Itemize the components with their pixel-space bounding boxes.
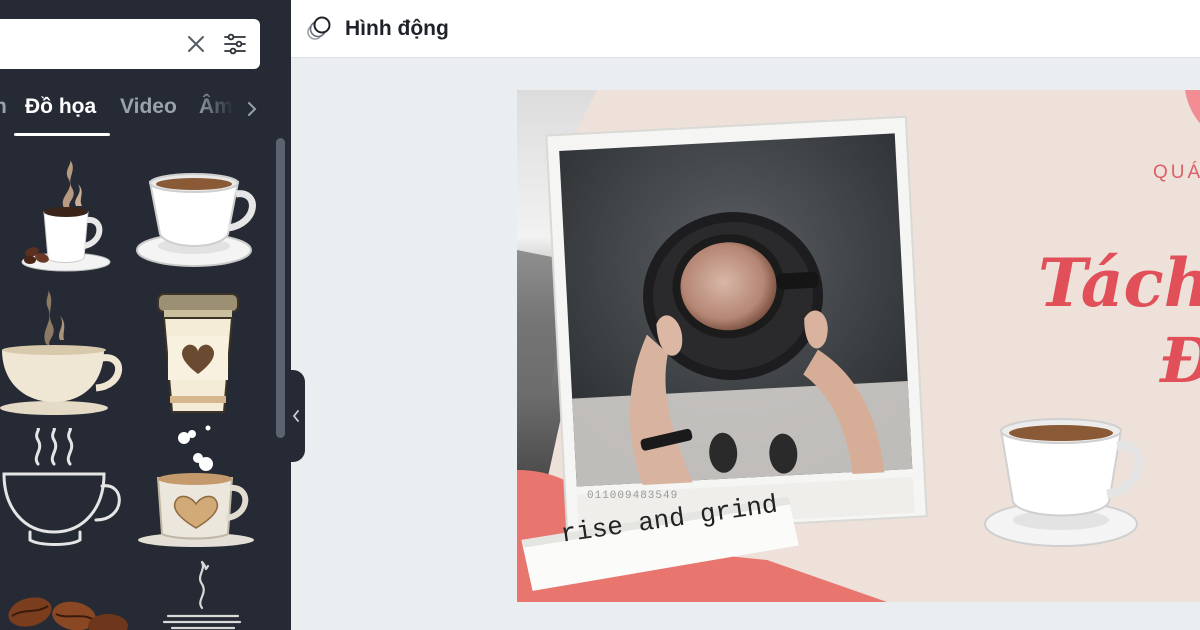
- coffee-cup-icon[interactable]: [0, 290, 126, 418]
- animate-label: Hình động: [345, 17, 449, 40]
- search-box[interactable]: [0, 19, 260, 69]
- tab-fade: [196, 92, 240, 132]
- content-tabs: n Đồ họa Video Âm: [0, 92, 291, 138]
- close-icon[interactable]: [185, 33, 207, 55]
- active-tab-indicator: [14, 133, 110, 136]
- tab-partial[interactable]: n: [0, 95, 7, 119]
- tab-graphics[interactable]: Đồ họa: [25, 95, 96, 119]
- chevron-right-icon[interactable]: [244, 96, 260, 122]
- coffee-cup-icon[interactable]: [0, 428, 128, 550]
- coffee-bean-icon[interactable]: [0, 590, 130, 630]
- animation-icon: [307, 16, 331, 40]
- scrollbar-thumb[interactable]: [276, 138, 285, 438]
- collapse-panel-button[interactable]: [287, 370, 305, 462]
- coffee-cup-icon[interactable]: [160, 560, 250, 630]
- design-page[interactable]: 011009483549 rise and grind QUÁ Tách c Đ: [517, 90, 1200, 602]
- filter-settings-icon[interactable]: [223, 32, 247, 56]
- side-panel: n Đồ họa Video Âm: [0, 0, 291, 630]
- search-input[interactable]: [6, 31, 156, 57]
- coffee-cup-icon[interactable]: [136, 424, 258, 550]
- coffee-cup-icon[interactable]: [983, 416, 1147, 550]
- tab-video[interactable]: Video: [120, 95, 177, 119]
- design-headline-line2: Đ: [1160, 330, 1200, 392]
- top-toolbar: Hình động: [291, 0, 1200, 58]
- design-subtitle: QUÁ: [1153, 162, 1200, 183]
- film-number: 011009483549: [587, 490, 679, 502]
- takeaway-cup-icon[interactable]: [152, 290, 244, 418]
- animate-button[interactable]: Hình động: [305, 10, 449, 48]
- coffee-cup-icon[interactable]: [20, 160, 116, 276]
- coffee-cup-icon[interactable]: [136, 170, 256, 270]
- design-headline: Tách c: [1038, 244, 1200, 322]
- chevron-left-icon: [292, 410, 299, 422]
